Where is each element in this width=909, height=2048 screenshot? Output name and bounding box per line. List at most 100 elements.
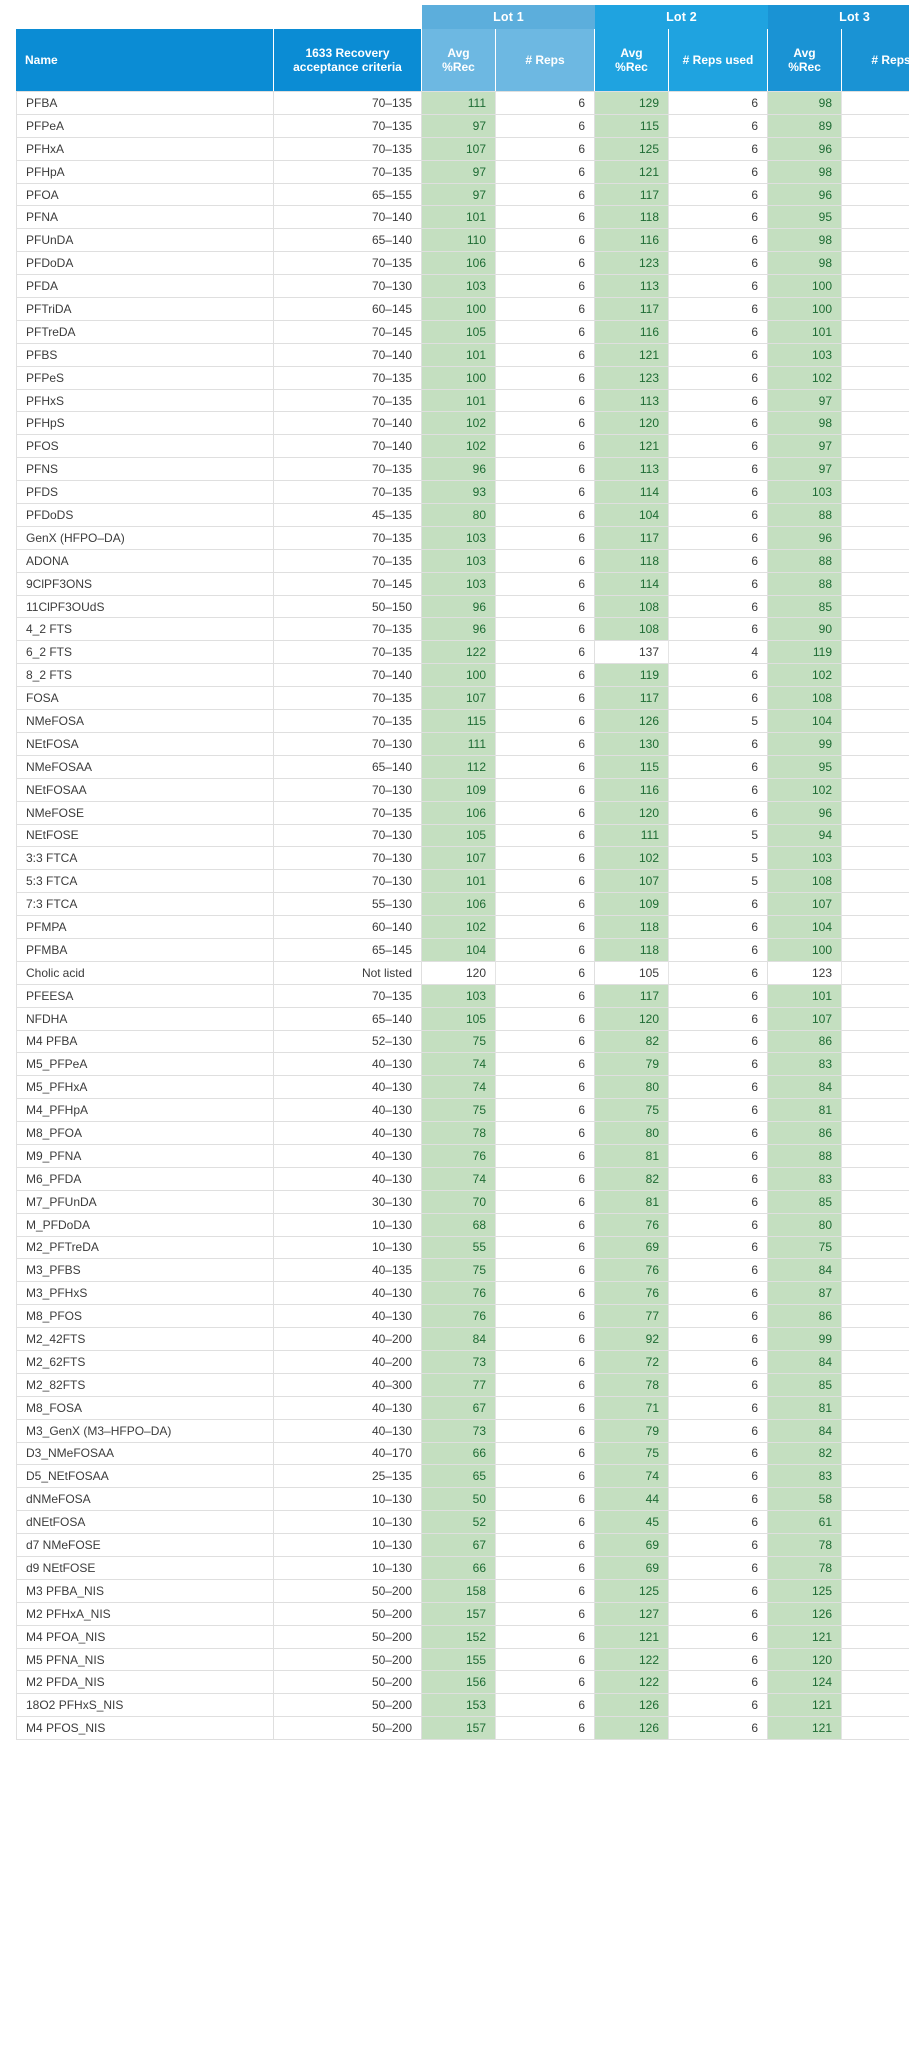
cell-name[interactable]: NFDHA	[16, 1007, 274, 1031]
table-row[interactable]: M7_PFUnDA30–130706816856	[16, 1190, 909, 1214]
cell-name[interactable]: 8_2 FTS	[16, 664, 274, 688]
cell-lot2-reps[interactable]: 6	[669, 275, 769, 299]
cell-lot2-reps[interactable]: 6	[669, 1190, 769, 1214]
cell-criteria[interactable]: 40–130	[274, 1144, 422, 1168]
cell-lot3-reps[interactable]: 6	[842, 732, 909, 756]
table-row[interactable]: 7:3 FTCA55–130106610961076	[16, 893, 909, 917]
cell-criteria[interactable]: 70–135	[274, 526, 422, 550]
cell-lot2-avg[interactable]: 109	[595, 893, 670, 917]
cell-lot1-avg[interactable]: 109	[422, 778, 496, 802]
cell-lot3-reps[interactable]: 6	[842, 710, 909, 733]
cell-lot2-avg[interactable]: 72	[595, 1350, 670, 1374]
cell-lot3-avg[interactable]: 96	[768, 526, 843, 550]
cell-criteria[interactable]: 70–135	[274, 549, 422, 573]
cell-criteria[interactable]: 10–130	[274, 1488, 422, 1512]
cell-lot3-reps[interactable]: 6	[842, 1030, 909, 1054]
cell-name[interactable]: M2 PFHxA_NIS	[16, 1602, 274, 1626]
table-row[interactable]: PFDoDA70–13510661236986	[16, 252, 909, 276]
cell-lot1-avg[interactable]: 96	[422, 595, 496, 619]
table-row[interactable]: M8_PFOS40–130766776866	[16, 1305, 909, 1329]
cell-lot2-reps[interactable]: 6	[669, 1442, 769, 1466]
cell-criteria[interactable]: 70–135	[274, 366, 422, 390]
cell-lot1-avg[interactable]: 104	[422, 938, 496, 962]
cell-lot1-reps[interactable]: 6	[496, 91, 596, 115]
cell-lot2-avg[interactable]: 123	[595, 366, 670, 390]
cell-lot1-avg[interactable]: 70	[422, 1190, 496, 1214]
cell-lot2-avg[interactable]: 130	[595, 732, 670, 756]
cell-criteria[interactable]: 40–130	[274, 1122, 422, 1145]
cell-lot1-avg[interactable]: 103	[422, 526, 496, 550]
cell-lot2-avg[interactable]: 75	[595, 1099, 670, 1123]
cell-name[interactable]: PFDoDS	[16, 504, 274, 527]
cell-lot3-avg[interactable]: 100	[768, 938, 843, 962]
cell-lot2-reps[interactable]: 6	[669, 320, 769, 344]
cell-lot2-avg[interactable]: 82	[595, 1167, 670, 1191]
cell-lot1-avg[interactable]: 106	[422, 893, 496, 917]
cell-lot1-avg[interactable]: 120	[422, 961, 496, 985]
table-row[interactable]: M2_62FTS40–200736726846	[16, 1350, 909, 1374]
cell-lot3-reps[interactable]: 6	[842, 275, 909, 299]
cell-lot2-reps[interactable]: 6	[669, 1694, 769, 1718]
cell-lot2-reps[interactable]: 6	[669, 229, 769, 253]
cell-criteria[interactable]: 70–130	[274, 824, 422, 848]
cell-lot1-reps[interactable]: 6	[496, 1236, 596, 1260]
cell-lot2-reps[interactable]: 6	[669, 778, 769, 802]
cell-criteria[interactable]: 10–130	[274, 1557, 422, 1580]
cell-lot2-reps[interactable]: 6	[669, 1167, 769, 1191]
table-row[interactable]: 8_2 FTS70–140100611961026	[16, 664, 909, 688]
cell-lot1-reps[interactable]: 6	[496, 366, 596, 390]
cell-criteria[interactable]: 70–130	[274, 732, 422, 756]
cell-lot2-avg[interactable]: 115	[595, 114, 670, 138]
cell-lot1-reps[interactable]: 6	[496, 595, 596, 619]
cell-lot2-reps[interactable]: 6	[669, 664, 769, 688]
cell-lot2-reps[interactable]: 6	[669, 412, 769, 436]
cell-criteria[interactable]: 70–130	[274, 847, 422, 871]
cell-name[interactable]: PFOS	[16, 435, 274, 459]
table-row[interactable]: PFEESA70–135103611761016	[16, 984, 909, 1008]
cell-criteria[interactable]: 10–130	[274, 1511, 422, 1535]
cell-criteria[interactable]: 70–140	[274, 343, 422, 367]
cell-name[interactable]: Cholic acid	[16, 961, 274, 985]
cell-lot1-avg[interactable]: 101	[422, 389, 496, 413]
cell-lot1-reps[interactable]: 6	[496, 389, 596, 413]
cell-lot1-avg[interactable]: 101	[422, 206, 496, 230]
cell-lot2-reps[interactable]: 6	[669, 916, 769, 939]
cell-criteria[interactable]: 50–200	[274, 1694, 422, 1718]
table-row[interactable]: PFOA65–1559761176966	[16, 183, 909, 207]
cell-lot2-reps[interactable]: 6	[669, 961, 769, 985]
cell-criteria[interactable]: 45–135	[274, 504, 422, 527]
cell-lot3-reps[interactable]: 6	[842, 526, 909, 550]
cell-lot2-reps[interactable]: 6	[669, 160, 769, 184]
cell-lot2-avg[interactable]: 137	[595, 641, 670, 665]
cell-lot3-reps[interactable]: 6	[842, 1625, 909, 1649]
cell-lot1-avg[interactable]: 80	[422, 504, 496, 527]
cell-lot1-avg[interactable]: 103	[422, 275, 496, 299]
cell-lot1-avg[interactable]: 105	[422, 1007, 496, 1031]
cell-lot2-avg[interactable]: 78	[595, 1373, 670, 1397]
cell-lot2-avg[interactable]: 69	[595, 1534, 670, 1557]
cell-criteria[interactable]: Not listed	[274, 961, 422, 985]
cell-lot3-avg[interactable]: 97	[768, 458, 843, 482]
cell-lot2-reps[interactable]: 6	[669, 137, 769, 161]
cell-lot2-reps[interactable]: 5	[669, 710, 769, 733]
cell-lot1-reps[interactable]: 6	[496, 1213, 596, 1237]
cell-criteria[interactable]: 10–130	[274, 1534, 422, 1557]
cell-criteria[interactable]: 70–140	[274, 664, 422, 688]
table-row[interactable]: 5:3 FTCA70–130101610751086	[16, 870, 909, 894]
cell-lot1-avg[interactable]: 102	[422, 435, 496, 459]
cell-criteria[interactable]: 40–130	[274, 1305, 422, 1329]
cell-name[interactable]: PFNA	[16, 206, 274, 230]
cell-lot1-avg[interactable]: 93	[422, 481, 496, 505]
cell-lot3-avg[interactable]: 102	[768, 778, 843, 802]
cell-lot3-avg[interactable]: 99	[768, 1328, 843, 1351]
cell-lot1-reps[interactable]: 6	[496, 664, 596, 688]
cell-lot2-avg[interactable]: 75	[595, 1442, 670, 1466]
cell-name[interactable]: M8_PFOA	[16, 1122, 274, 1145]
cell-name[interactable]: PFDoDA	[16, 252, 274, 276]
cell-name[interactable]: PFMPA	[16, 916, 274, 939]
cell-lot3-reps[interactable]: 6	[842, 847, 909, 871]
table-row[interactable]: M8_PFOA40–130786806866	[16, 1122, 909, 1145]
cell-lot3-reps[interactable]: 6	[842, 1236, 909, 1260]
cell-lot1-reps[interactable]: 6	[496, 435, 596, 459]
cell-lot3-avg[interactable]: 88	[768, 1144, 843, 1168]
